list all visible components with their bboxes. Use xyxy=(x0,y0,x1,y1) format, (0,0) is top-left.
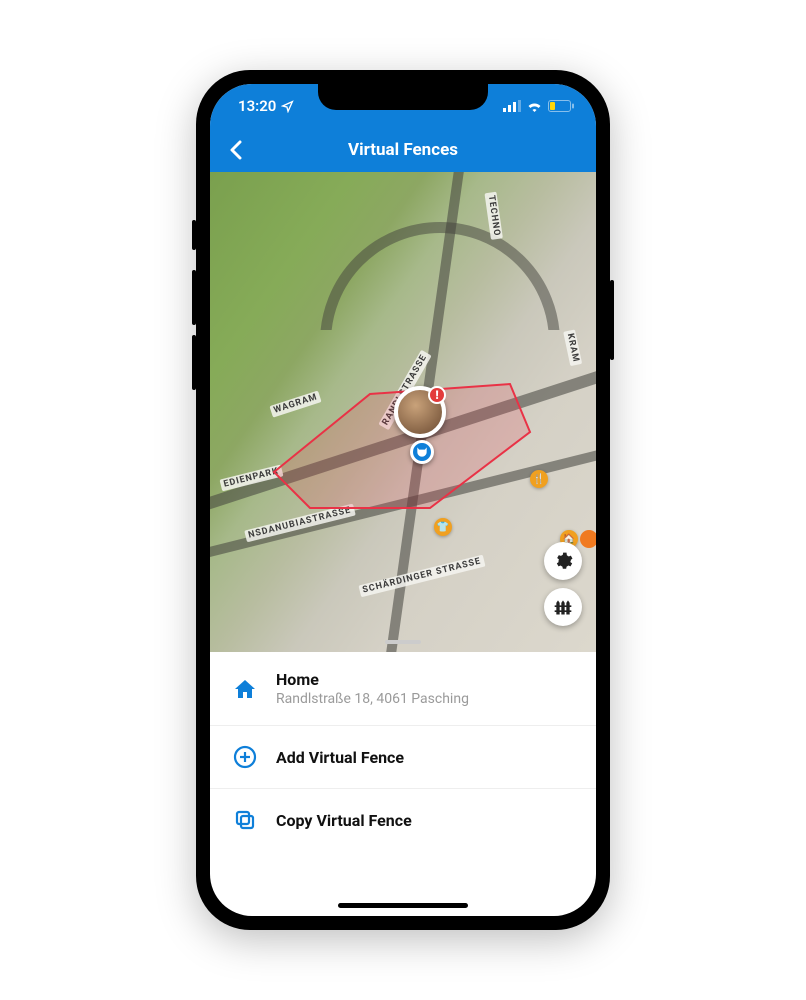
back-button[interactable] xyxy=(222,136,250,164)
copy-icon xyxy=(232,807,258,833)
location-arrow-icon xyxy=(281,100,294,113)
pet-avatar-marker[interactable]: ! xyxy=(394,386,446,438)
notch xyxy=(318,84,488,110)
plus-circle-icon xyxy=(232,744,258,770)
chevron-left-icon xyxy=(229,140,243,160)
phone-frame: 13:20 Virtual Fences WAGRAM RANDLS xyxy=(196,70,610,930)
cellular-icon xyxy=(503,100,521,112)
fence-row-home[interactable]: Home Randlstraße 18, 4061 Pasching xyxy=(210,652,596,726)
fence-address: Randlstraße 18, 4061 Pasching xyxy=(276,691,574,707)
wifi-icon xyxy=(526,100,543,112)
battery-icon xyxy=(548,100,574,112)
map-fence-button[interactable] xyxy=(544,588,582,626)
side-button xyxy=(192,270,196,325)
screen: 13:20 Virtual Fences WAGRAM RANDLS xyxy=(210,84,596,916)
pet-location-pin[interactable] xyxy=(410,440,434,464)
page-title: Virtual Fences xyxy=(348,140,458,160)
home-icon xyxy=(232,676,258,702)
copy-fence-row[interactable]: Copy Virtual Fence xyxy=(210,789,596,851)
map-settings-button[interactable] xyxy=(544,542,582,580)
bottom-sheet: Home Randlstraße 18, 4061 Pasching Add V… xyxy=(210,652,596,851)
side-button xyxy=(610,280,614,360)
poi-icon: 🍴 xyxy=(530,470,548,488)
cat-icon xyxy=(415,445,429,459)
side-button xyxy=(192,220,196,250)
side-button xyxy=(192,335,196,390)
add-fence-row[interactable]: Add Virtual Fence xyxy=(210,726,596,789)
sheet-grabber[interactable] xyxy=(385,640,421,644)
copy-fence-label: Copy Virtual Fence xyxy=(276,811,574,830)
gear-icon xyxy=(553,551,573,571)
fence-title: Home xyxy=(276,670,574,689)
alert-badge: ! xyxy=(428,386,446,404)
map[interactable]: WAGRAM RANDLSTRASSE NSDANUBIASTRASSE SCH… xyxy=(210,172,596,652)
add-fence-label: Add Virtual Fence xyxy=(276,748,574,767)
nav-header: Virtual Fences xyxy=(210,128,596,172)
home-indicator[interactable] xyxy=(338,903,468,908)
fence-icon xyxy=(553,597,573,617)
poi-icon: 👕 xyxy=(434,518,452,536)
status-time: 13:20 xyxy=(238,97,276,115)
